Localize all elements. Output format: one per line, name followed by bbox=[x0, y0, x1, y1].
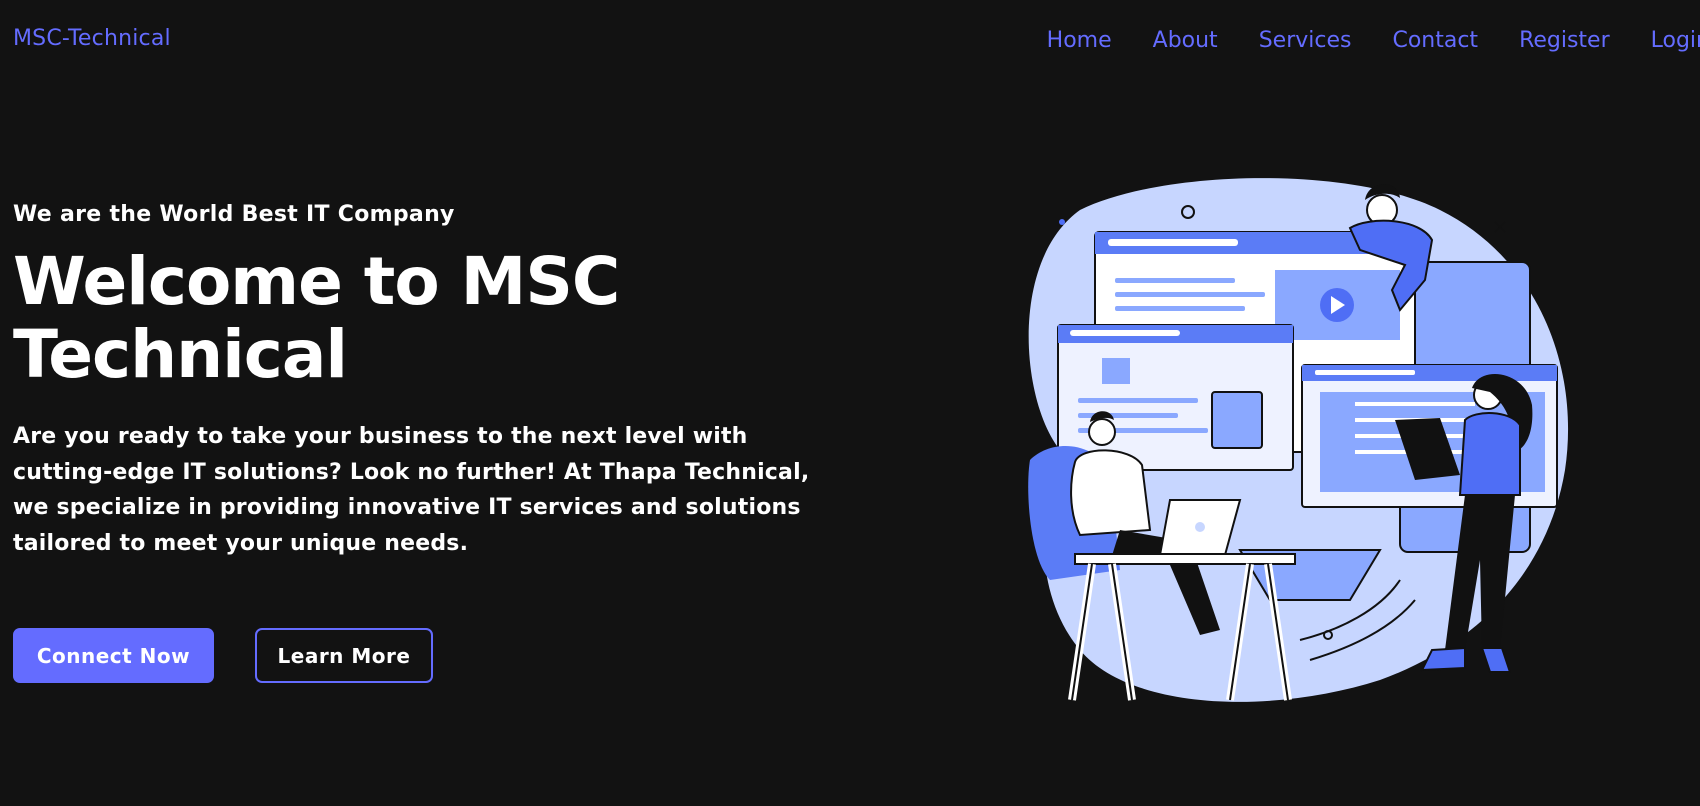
hero-headline-line2: Technical bbox=[13, 316, 348, 393]
hero-section: We are the World Best IT Company Welcome… bbox=[13, 202, 813, 561]
hero-tagline: We are the World Best IT Company bbox=[13, 202, 455, 227]
hero-description: Are you ready to take your business to t… bbox=[13, 424, 810, 556]
nav-about[interactable]: About bbox=[1153, 28, 1218, 53]
decor-dot bbox=[1059, 219, 1065, 225]
desk bbox=[1074, 553, 1296, 565]
main-nav: Home About Services Contact Register Log… bbox=[1006, 28, 1700, 53]
nav-register[interactable]: Register bbox=[1519, 28, 1610, 53]
woman-body bbox=[1458, 412, 1521, 496]
nav-services[interactable]: Services bbox=[1259, 28, 1352, 53]
nav-login[interactable]: Login bbox=[1651, 28, 1700, 53]
hero-headline-line1: Welcome to MSC bbox=[13, 243, 620, 320]
hero-headline: Welcome to MSC Technical bbox=[13, 245, 813, 391]
man-body bbox=[1070, 449, 1152, 537]
nav-contact[interactable]: Contact bbox=[1392, 28, 1478, 53]
nav-home[interactable]: Home bbox=[1047, 28, 1112, 53]
decor-x bbox=[1494, 221, 1506, 233]
learn-more-button[interactable]: Learn More bbox=[255, 628, 433, 683]
connect-now-button[interactable]: Connect Now bbox=[13, 628, 214, 683]
logo-link[interactable]: MSC-Technical bbox=[13, 26, 171, 51]
man-head bbox=[1088, 418, 1116, 446]
hero-illustration bbox=[1028, 178, 1569, 702]
